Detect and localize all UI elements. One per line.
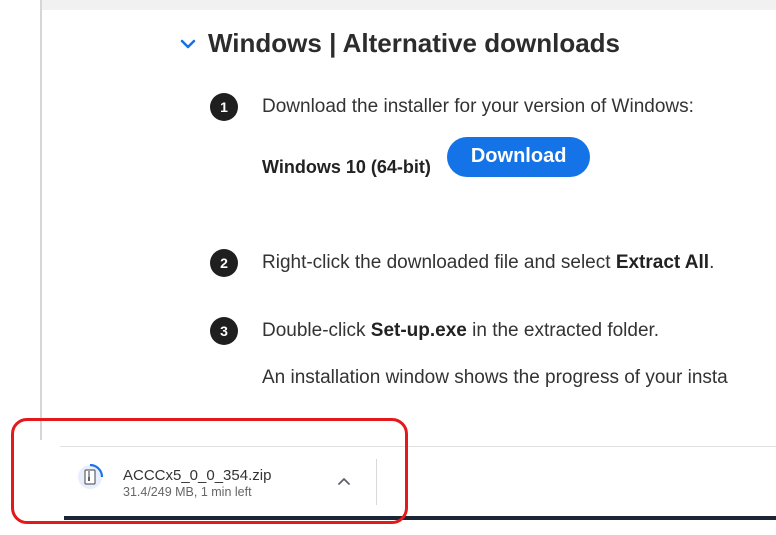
installation-note: An installation window shows the progres… — [262, 367, 728, 388]
step-3: 3 Double-click Set-up.exe in the extract… — [210, 317, 659, 345]
step-number-badge: 2 — [210, 249, 238, 277]
step-1: 1 Download the installer for your versio… — [210, 93, 694, 121]
setup-exe-term: Set-up.exe — [370, 320, 467, 341]
step-2-text: Right-click the downloaded file and sele… — [262, 252, 715, 273]
step-2: 2 Right-click the downloaded file and se… — [210, 249, 714, 277]
section-title: Windows | Alternative downloads — [208, 28, 621, 58]
step-3-text: Double-click Set-up.exe in the extracted… — [262, 320, 660, 341]
step-1-text: Download the installer for your version … — [262, 96, 694, 117]
extract-all-term: Extract All — [615, 252, 710, 273]
platform-label: Windows 10 (64-bit) — [262, 157, 431, 177]
highlight-annotation-box — [11, 418, 408, 524]
step-number-badge: 3 — [210, 317, 238, 345]
step-number-badge: 1 — [210, 93, 238, 121]
alternative-downloads-section: Windows | Alternative downloads 1 Downlo… — [0, 0, 776, 440]
download-button[interactable]: Download — [446, 136, 591, 177]
platform-row: Windows 10 (64-bit) Download — [262, 135, 591, 178]
section-header[interactable]: Windows | Alternative downloads — [180, 28, 620, 59]
chevron-down-icon[interactable] — [180, 36, 196, 52]
